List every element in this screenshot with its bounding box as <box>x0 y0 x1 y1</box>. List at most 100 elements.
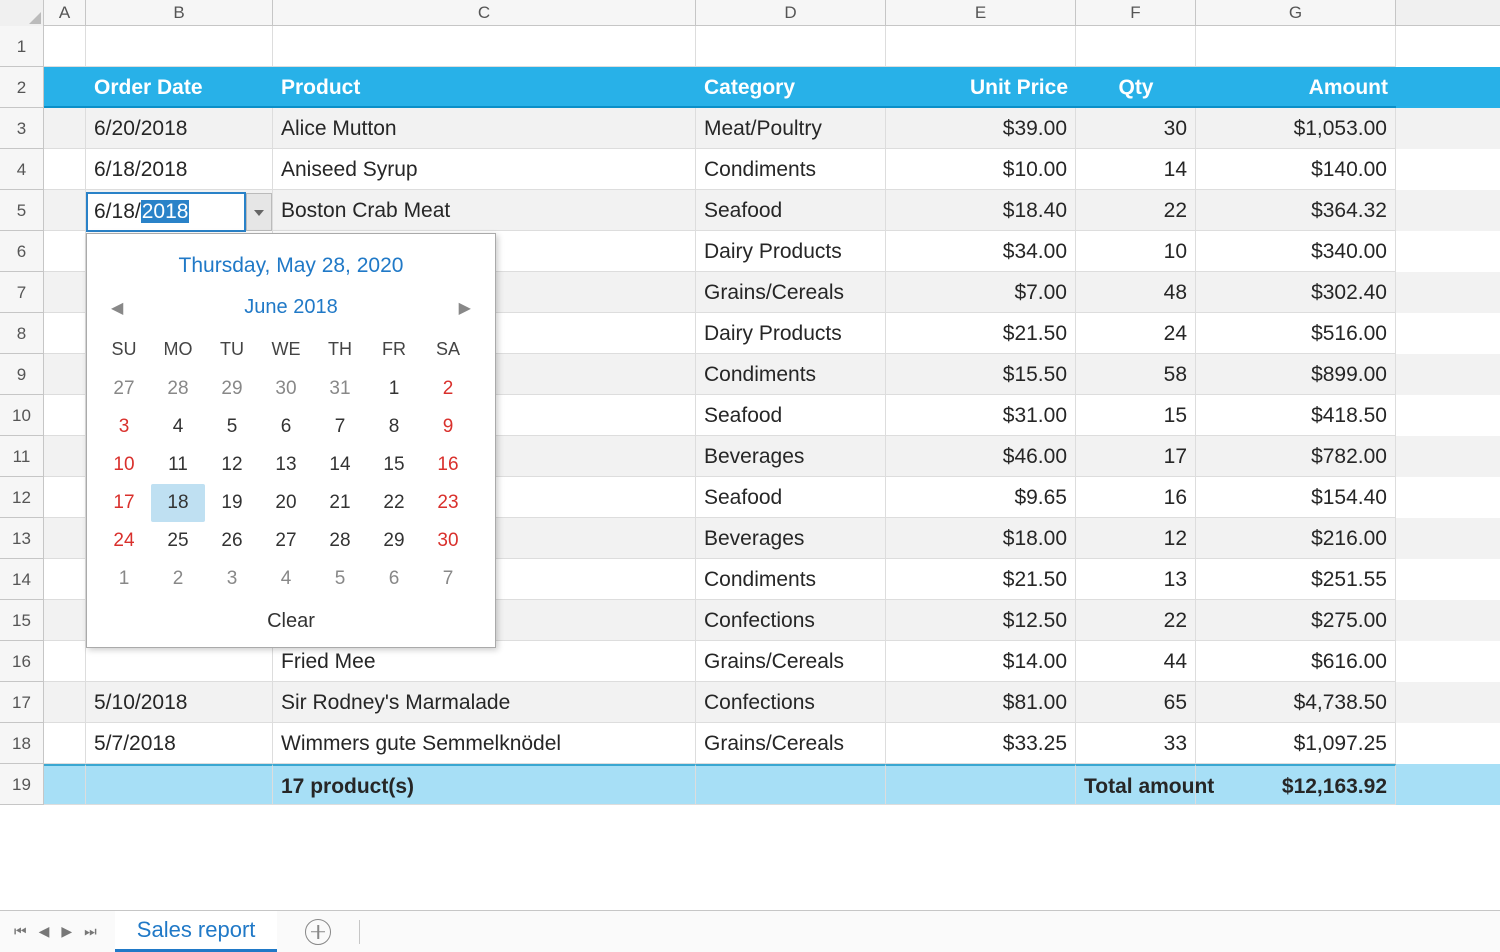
calendar-day[interactable]: 7 <box>313 408 367 446</box>
row-header-14[interactable]: 14 <box>0 559 44 600</box>
cell-price[interactable]: $18.00 <box>886 518 1076 559</box>
calendar-day[interactable]: 1 <box>97 560 151 598</box>
cell-price[interactable]: $33.25 <box>886 723 1076 764</box>
cell[interactable] <box>86 764 273 805</box>
first-sheet-icon[interactable]: ⏮ <box>14 923 27 940</box>
cell-price[interactable]: $31.00 <box>886 395 1076 436</box>
cell-category[interactable]: Meat/Poultry <box>696 108 886 149</box>
cell-price[interactable]: $34.00 <box>886 231 1076 272</box>
calendar-today-link[interactable]: Thursday, May 28, 2020 <box>97 244 485 296</box>
cell[interactable] <box>44 272 86 313</box>
row-header-13[interactable]: 13 <box>0 518 44 559</box>
cell-amount[interactable]: $516.00 <box>1196 313 1396 354</box>
cell-qty[interactable]: 16 <box>1076 477 1196 518</box>
calendar-day[interactable]: 1 <box>367 370 421 408</box>
row-header-9[interactable]: 9 <box>0 354 44 395</box>
cell[interactable] <box>44 477 86 518</box>
row-header-8[interactable]: 8 <box>0 313 44 354</box>
header-category[interactable]: Category <box>696 67 886 108</box>
cell-qty[interactable]: 22 <box>1076 190 1196 231</box>
cell-qty[interactable]: 14 <box>1076 149 1196 190</box>
cell-category[interactable]: Grains/Cereals <box>696 641 886 682</box>
calendar-day[interactable]: 6 <box>259 408 313 446</box>
row-header-4[interactable]: 4 <box>0 149 44 190</box>
calendar-day[interactable]: 7 <box>421 560 475 598</box>
calendar-day[interactable]: 17 <box>97 484 151 522</box>
cell-amount[interactable]: $154.40 <box>1196 477 1396 518</box>
cell-price[interactable]: $15.50 <box>886 354 1076 395</box>
calendar-day[interactable]: 29 <box>205 370 259 408</box>
cell-price[interactable]: $46.00 <box>886 436 1076 477</box>
cell[interactable] <box>44 313 86 354</box>
cell-category[interactable]: Dairy Products <box>696 231 886 272</box>
calendar-day[interactable]: 31 <box>313 370 367 408</box>
cell[interactable] <box>44 559 86 600</box>
calendar-day[interactable]: 8 <box>367 408 421 446</box>
cell-amount[interactable]: $616.00 <box>1196 641 1396 682</box>
cell[interactable] <box>44 641 86 682</box>
cell-qty[interactable]: 58 <box>1076 354 1196 395</box>
calendar-day[interactable]: 15 <box>367 446 421 484</box>
sheet-tab-active[interactable]: Sales report <box>115 911 278 952</box>
cell-amount[interactable]: $302.40 <box>1196 272 1396 313</box>
cell-qty[interactable]: 30 <box>1076 108 1196 149</box>
cell-price[interactable]: $39.00 <box>886 108 1076 149</box>
cell-amount[interactable]: $782.00 <box>1196 436 1396 477</box>
calendar-day[interactable]: 18 <box>151 484 205 522</box>
cell-category[interactable]: Beverages <box>696 518 886 559</box>
calendar-day[interactable]: 16 <box>421 446 475 484</box>
select-all-corner[interactable] <box>0 0 44 26</box>
row-header-11[interactable]: 11 <box>0 436 44 477</box>
cell[interactable] <box>44 354 86 395</box>
cell[interactable] <box>44 518 86 559</box>
calendar-day[interactable]: 5 <box>205 408 259 446</box>
cell[interactable] <box>44 149 86 190</box>
cell[interactable] <box>44 723 86 764</box>
cell-qty[interactable]: 24 <box>1076 313 1196 354</box>
calendar-day[interactable]: 24 <box>97 522 151 560</box>
calendar-clear-button[interactable]: Clear <box>97 598 485 633</box>
col-header-B[interactable]: B <box>86 0 273 25</box>
cell-price[interactable]: $21.50 <box>886 559 1076 600</box>
cell-qty[interactable]: 13 <box>1076 559 1196 600</box>
calendar-day[interactable]: 9 <box>421 408 475 446</box>
header-order-date[interactable]: Order Date <box>86 67 273 108</box>
cell-amount[interactable]: $899.00 <box>1196 354 1396 395</box>
col-header-E[interactable]: E <box>886 0 1076 25</box>
calendar-day[interactable]: 28 <box>151 370 205 408</box>
cell-price[interactable]: $7.00 <box>886 272 1076 313</box>
calendar-day[interactable]: 28 <box>313 522 367 560</box>
cell-qty[interactable]: 10 <box>1076 231 1196 272</box>
cell[interactable] <box>44 231 86 272</box>
prev-month-icon[interactable]: ◀ <box>111 298 123 318</box>
calendar-day[interactable]: 6 <box>367 560 421 598</box>
cell-category[interactable]: Dairy Products <box>696 313 886 354</box>
cell-price[interactable]: $21.50 <box>886 313 1076 354</box>
calendar-day[interactable]: 21 <box>313 484 367 522</box>
calendar-day[interactable]: 3 <box>97 408 151 446</box>
cell[interactable] <box>44 436 86 477</box>
cell-date[interactable]: 6/18/2018 <box>86 149 273 190</box>
row-header-10[interactable]: 10 <box>0 395 44 436</box>
cell-amount[interactable]: $1,053.00 <box>1196 108 1396 149</box>
cell-price[interactable]: $10.00 <box>886 149 1076 190</box>
row-header-18[interactable]: 18 <box>0 723 44 764</box>
cell[interactable] <box>44 67 86 108</box>
calendar-day[interactable]: 14 <box>313 446 367 484</box>
row-header-5[interactable]: 5 <box>0 190 44 231</box>
cell-date[interactable]: 5/10/2018 <box>86 682 273 723</box>
header-amount[interactable]: Amount <box>1196 67 1396 108</box>
cell-amount[interactable]: $364.32 <box>1196 190 1396 231</box>
cell-amount[interactable]: $4,738.50 <box>1196 682 1396 723</box>
cell-qty[interactable]: 17 <box>1076 436 1196 477</box>
cell-category[interactable]: Seafood <box>696 190 886 231</box>
active-cell-editor[interactable]: 6/18/2018 <box>86 192 246 232</box>
cell-category[interactable]: Beverages <box>696 436 886 477</box>
cell[interactable] <box>696 764 886 805</box>
cell-qty[interactable]: 22 <box>1076 600 1196 641</box>
calendar-day[interactable]: 10 <box>97 446 151 484</box>
row-header-3[interactable]: 3 <box>0 108 44 149</box>
cell[interactable] <box>44 600 86 641</box>
row-header-7[interactable]: 7 <box>0 272 44 313</box>
cell-amount[interactable]: $418.50 <box>1196 395 1396 436</box>
